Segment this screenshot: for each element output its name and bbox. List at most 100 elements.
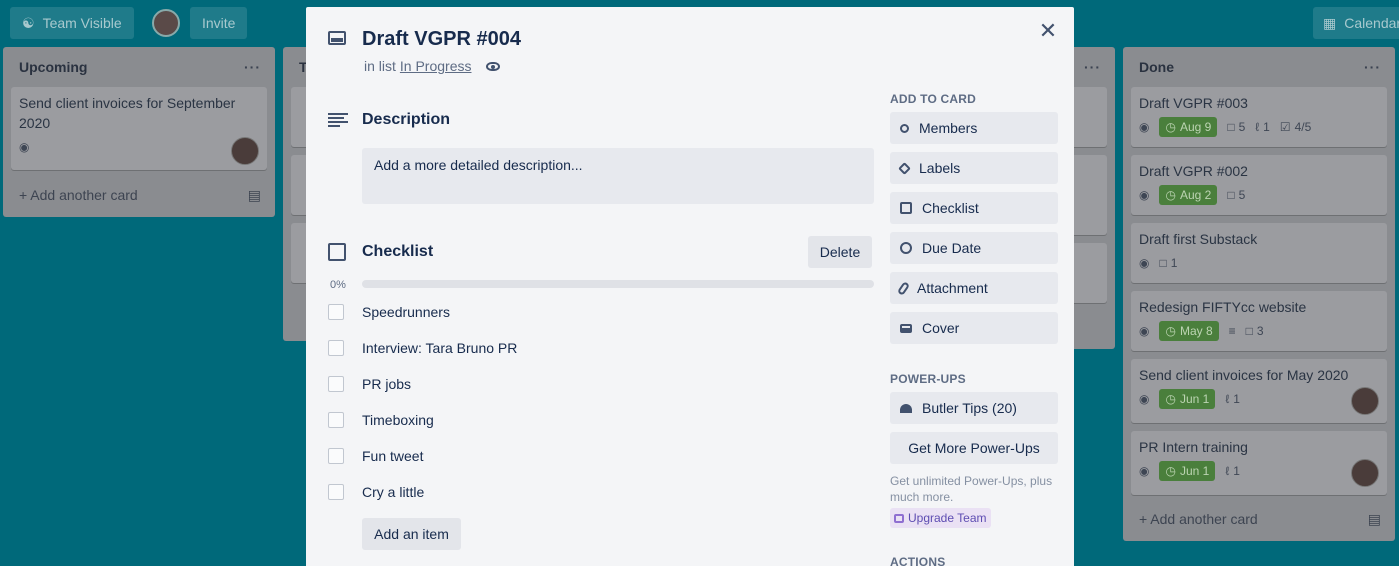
- list-menu-icon[interactable]: ···: [1084, 59, 1101, 75]
- description-icon: ≡: [1228, 324, 1236, 338]
- checklist-item-label[interactable]: Fun tweet: [362, 448, 423, 464]
- list-upcoming: Upcoming ··· Send client invoices for Se…: [3, 47, 275, 217]
- cover-label: Cover: [922, 320, 960, 336]
- checklist-item[interactable]: Cry a little: [328, 482, 424, 502]
- person-icon: [900, 123, 909, 133]
- team-visible-label: Team Visible: [42, 15, 122, 31]
- due-date-badge[interactable]: ◷ Jun 1: [1159, 389, 1216, 409]
- checklist-item[interactable]: Fun tweet: [328, 446, 423, 466]
- card-title: Send client invoices for May 2020: [1139, 367, 1349, 383]
- paperclip-icon: ℓ: [1225, 464, 1230, 478]
- invite-button[interactable]: Invite: [190, 7, 248, 39]
- calendar-button[interactable]: ▦ Calendar: [1313, 7, 1399, 39]
- checklist-item-label[interactable]: Cry a little: [362, 484, 424, 500]
- list-card[interactable]: PR Intern training ◉ ◷ Jun 1 ℓ1: [1131, 431, 1387, 495]
- due-date-badge[interactable]: ◷ Aug 2: [1159, 185, 1218, 205]
- card-title: Draft VGPR #003: [1139, 95, 1248, 111]
- checklist-checkbox[interactable]: [328, 448, 344, 464]
- member-avatar[interactable]: [152, 9, 180, 37]
- labels-button[interactable]: Labels: [890, 152, 1058, 184]
- add-checklist-item-button[interactable]: Add an item: [362, 518, 461, 550]
- paperclip-icon: ℓ: [1225, 392, 1230, 406]
- plus-icon: +: [19, 187, 31, 203]
- checklist-item-label[interactable]: Interview: Tara Bruno PR: [362, 340, 517, 356]
- checklist-percent: 0%: [330, 279, 346, 291]
- due-date-badge[interactable]: ◷ Jun 1: [1159, 461, 1216, 481]
- calendar-icon: ▦: [1323, 14, 1337, 31]
- checklist-item[interactable]: Timeboxing: [328, 410, 434, 430]
- cover-button[interactable]: Cover: [890, 312, 1058, 344]
- card-title: Draft VGPR #002: [1139, 163, 1248, 179]
- power-ups-heading: POWER-UPS: [890, 372, 966, 386]
- checklist-checkbox[interactable]: [328, 376, 344, 392]
- checklist-item[interactable]: Interview: Tara Bruno PR: [328, 338, 517, 358]
- list-link[interactable]: In Progress: [400, 58, 472, 74]
- list-card[interactable]: Draft first Substack ◉ □ 1: [1131, 223, 1387, 283]
- plus-icon: +: [1139, 511, 1151, 527]
- add-card-button[interactable]: + Add another card ▤: [1139, 507, 1381, 531]
- get-more-label: Get More Power-Ups: [908, 440, 1040, 456]
- members-button[interactable]: Members: [890, 112, 1058, 144]
- get-more-power-ups-button[interactable]: Get More Power-Ups: [890, 432, 1058, 464]
- paperclip-icon: [896, 280, 911, 296]
- checklist-item[interactable]: PR jobs: [328, 374, 411, 394]
- card-title: Redesign FIFTYcc website: [1139, 299, 1307, 315]
- checkbox-icon: [900, 202, 912, 214]
- list-menu-icon[interactable]: ···: [244, 59, 261, 75]
- add-to-card-heading: ADD TO CARD: [890, 92, 976, 106]
- upgrade-team-button[interactable]: Upgrade Team: [890, 508, 991, 528]
- watch-icon: ◉: [1139, 392, 1150, 406]
- checklist-item-label[interactable]: Timeboxing: [362, 412, 434, 428]
- checklist-checkbox[interactable]: [328, 340, 344, 356]
- butler-tips-button[interactable]: Butler Tips (20): [890, 392, 1058, 424]
- list-card[interactable]: Send client invoices for May 2020 ◉ ◷ Jun…: [1131, 359, 1387, 423]
- paperclip-icon: ℓ: [1255, 120, 1260, 134]
- upgrade-icon: [894, 513, 904, 523]
- checklist-heading: Checklist: [362, 243, 434, 260]
- template-icon[interactable]: ▤: [1368, 511, 1381, 528]
- delete-checklist-button[interactable]: Delete: [808, 236, 872, 268]
- team-visible-button[interactable]: ☯ Team Visible: [10, 7, 134, 39]
- checklist-item-label[interactable]: PR jobs: [362, 376, 411, 392]
- checklist-item-label[interactable]: Speedrunners: [362, 304, 450, 320]
- list-header: Done ···: [1123, 47, 1395, 87]
- clock-icon: ◷: [1165, 392, 1176, 406]
- in-list-prefix: in list: [364, 58, 396, 74]
- checklist-button[interactable]: Checklist: [890, 192, 1058, 224]
- team-icon: ☯: [22, 14, 35, 31]
- card-member-avatar: [1351, 387, 1379, 415]
- template-icon[interactable]: ▤: [248, 187, 261, 204]
- butler-tips-label: Butler Tips (20): [922, 400, 1017, 416]
- checklist-checkbox[interactable]: [328, 484, 344, 500]
- comment-icon: □: [1245, 324, 1253, 338]
- actions-heading: ACTIONS: [890, 555, 946, 566]
- attachment-button[interactable]: Attachment: [890, 272, 1058, 304]
- clock-icon: ◷: [1165, 120, 1176, 134]
- list-card[interactable]: Redesign FIFTYcc website ◉ ◷ May 8 ≡ □ 3: [1131, 291, 1387, 351]
- list-card[interactable]: Draft VGPR #003 ◉ ◷ Aug 9 □ 5 ℓ1 ☑ 4/5: [1131, 87, 1387, 147]
- due-date-badge[interactable]: ◷ May 8: [1159, 321, 1219, 341]
- list-card[interactable]: Draft VGPR #002 ◉ ◷ Aug 2 □ 5: [1131, 155, 1387, 215]
- card-title[interactable]: Draft VGPR #004: [362, 28, 521, 51]
- checklist-checkbox[interactable]: [328, 412, 344, 428]
- card-icon: [328, 31, 346, 45]
- description-field[interactable]: Add a more detailed description...: [362, 148, 874, 204]
- due-date-button[interactable]: Due Date: [890, 232, 1058, 264]
- checklist-item[interactable]: Speedrunners: [328, 302, 450, 322]
- invite-label: Invite: [202, 15, 236, 31]
- due-date-badge[interactable]: ◷ Aug 9: [1159, 117, 1218, 137]
- attachments-badge: ℓ1: [1225, 389, 1240, 409]
- checklist-checkbox[interactable]: [328, 304, 344, 320]
- clock-icon: ◷: [1165, 188, 1176, 202]
- add-card-button[interactable]: + Add another card ▤: [19, 183, 261, 207]
- watch-icon: ◉: [1139, 256, 1150, 270]
- watch-icon: ◉: [19, 140, 30, 154]
- list-menu-icon[interactable]: ···: [1364, 59, 1381, 75]
- due-date-label: Aug 2: [1179, 188, 1212, 202]
- list-card[interactable]: Send client invoices for September 2020 …: [11, 87, 267, 170]
- watch-icon: [485, 61, 500, 71]
- watch-icon: ◉: [1139, 188, 1150, 202]
- comments-badge: □ 5: [1227, 117, 1245, 137]
- labels-label: Labels: [919, 160, 961, 176]
- close-icon[interactable]: ✕: [1038, 20, 1058, 42]
